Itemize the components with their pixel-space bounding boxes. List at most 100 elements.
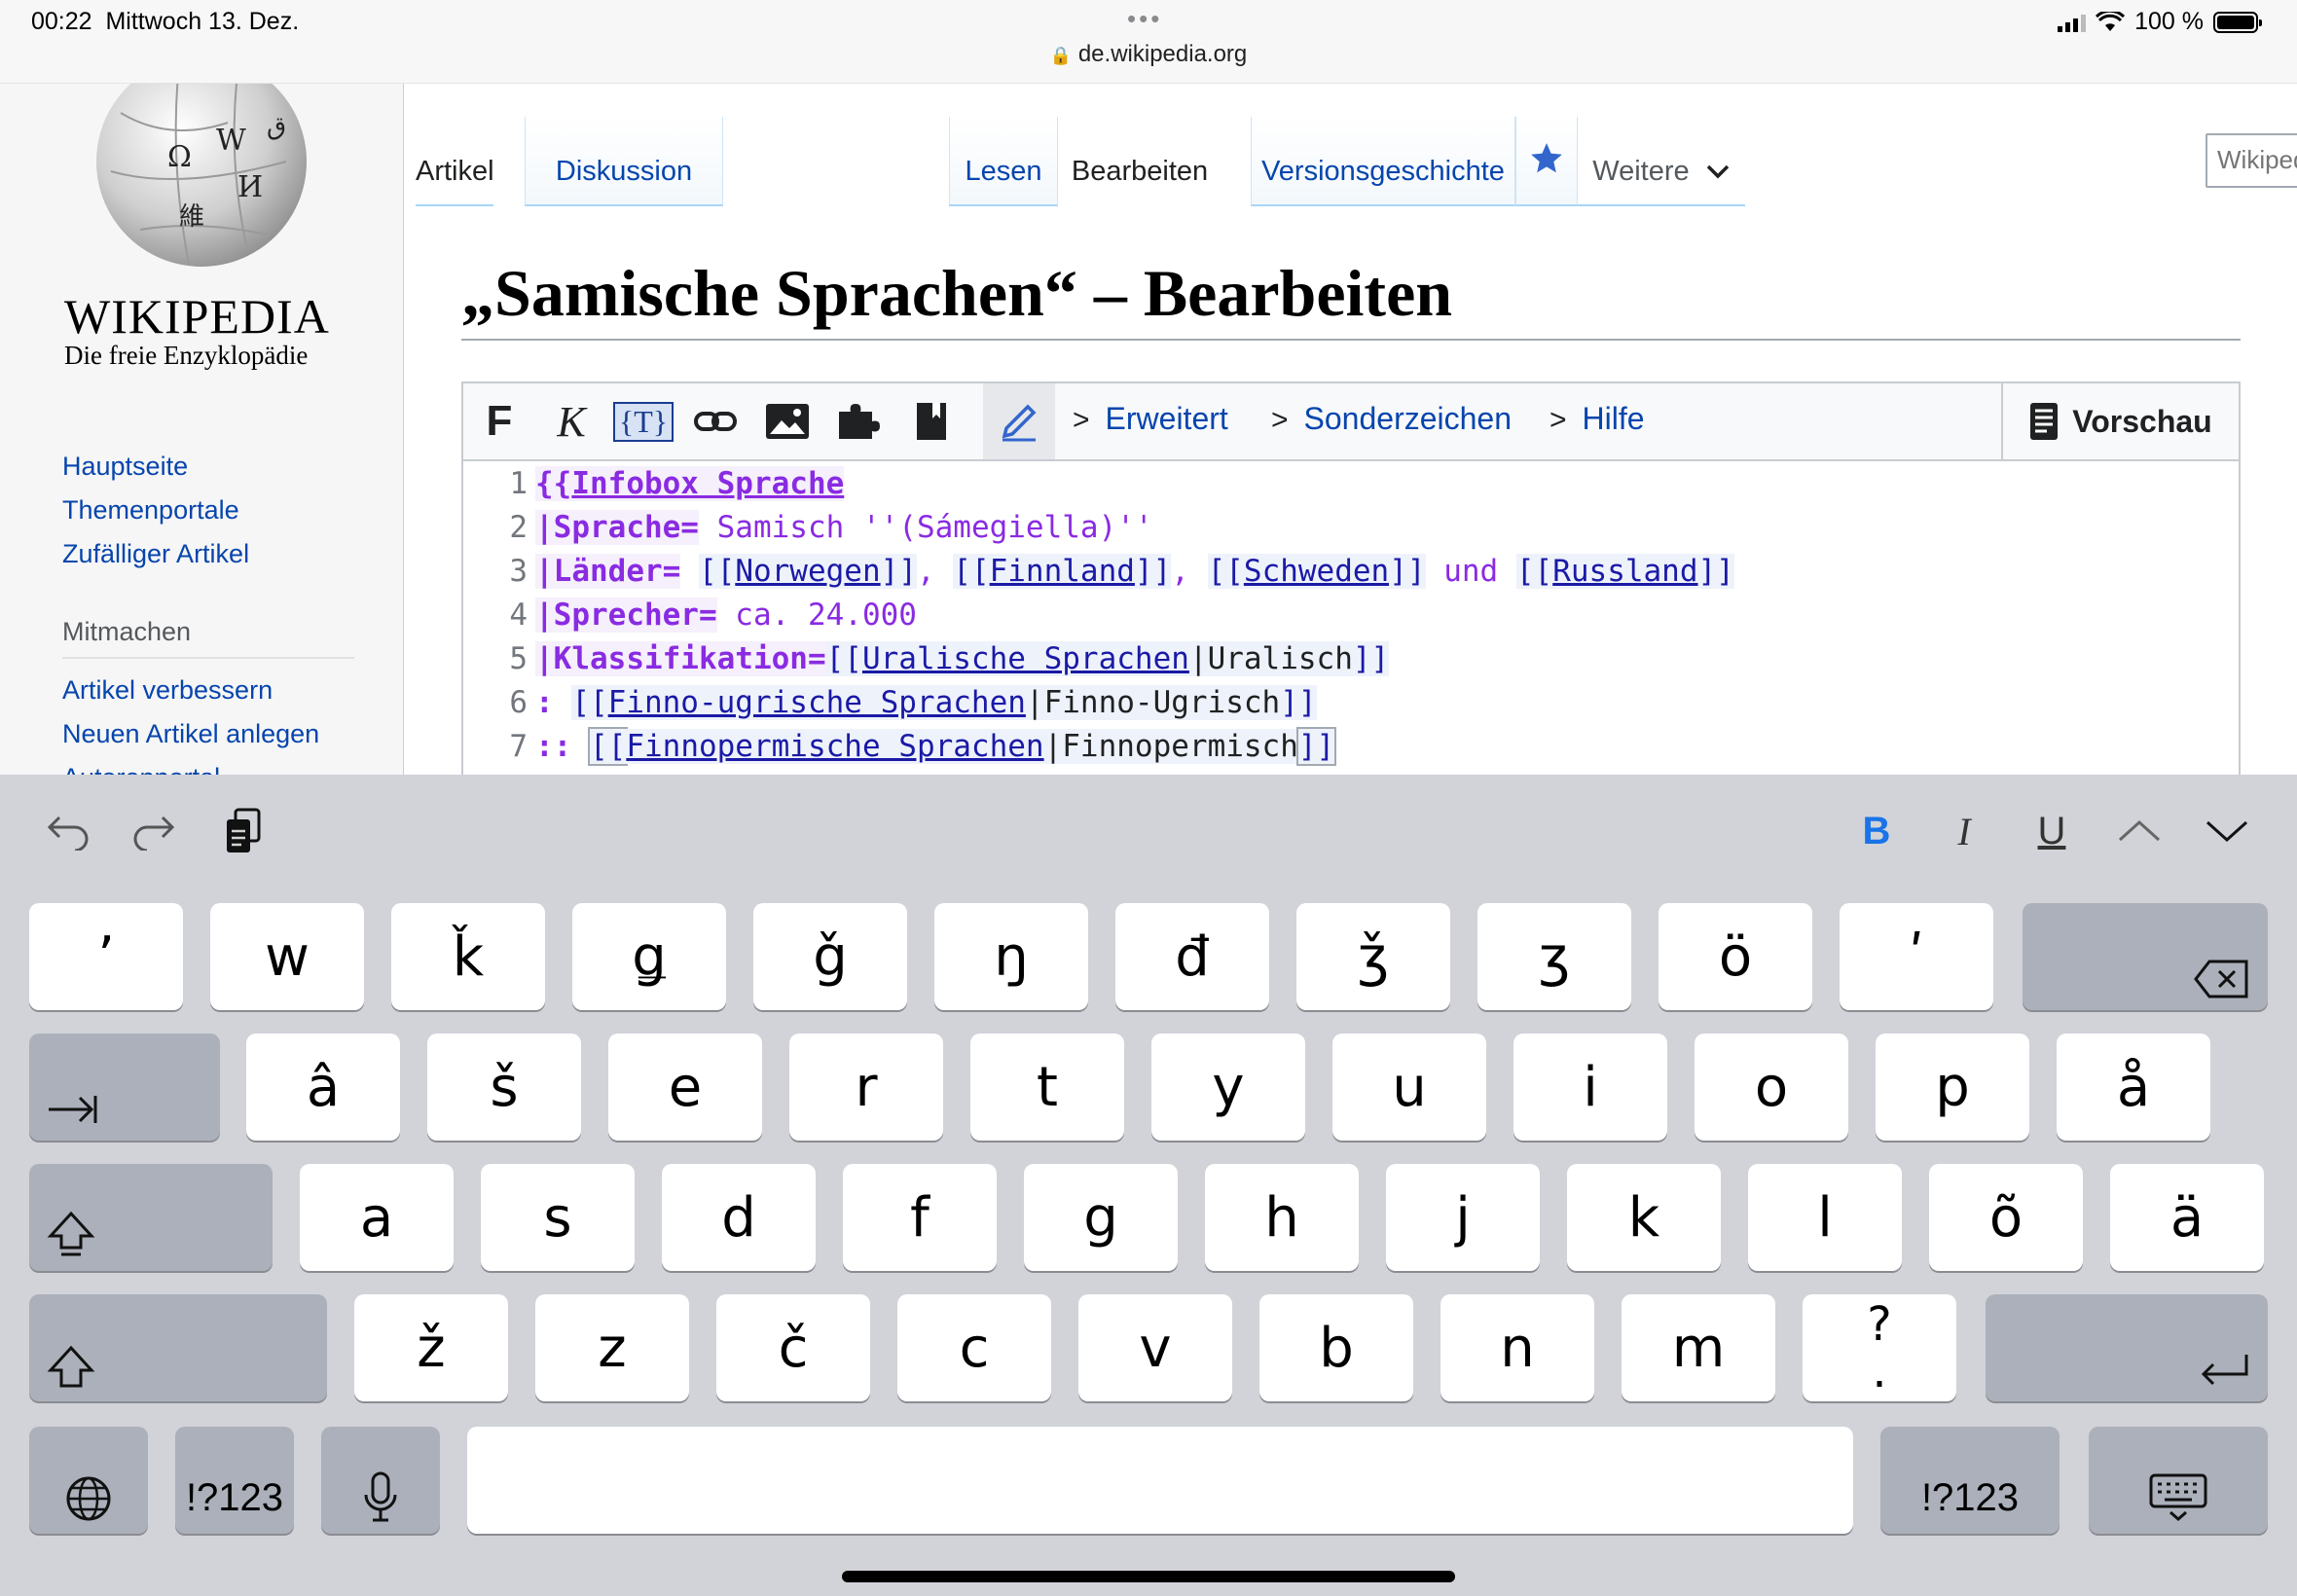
key[interactable]: ž — [354, 1294, 508, 1401]
key[interactable]: p — [1876, 1034, 2029, 1141]
key[interactable]: f — [843, 1164, 997, 1271]
redo-button[interactable] — [125, 802, 183, 860]
undo-button[interactable] — [39, 802, 97, 860]
browser-menu-dots[interactable]: ••• — [1127, 4, 1162, 34]
backspace-key[interactable] — [2023, 903, 2268, 1010]
key[interactable]: o — [1695, 1034, 1848, 1141]
numbers-key-left[interactable]: !?123 — [175, 1427, 294, 1534]
format-underline-button[interactable]: U — [2021, 802, 2083, 860]
key[interactable]: j — [1386, 1164, 1540, 1271]
key[interactable]: z — [535, 1294, 689, 1401]
key[interactable]: h — [1205, 1164, 1359, 1271]
wikipedia-globe-logo[interactable]: Ω W И 維 ق — [82, 84, 321, 269]
cellular-signal-icon — [2058, 13, 2087, 32]
undo-icon — [47, 816, 89, 851]
home-indicator[interactable] — [842, 1571, 1455, 1582]
key[interactable]: g — [1024, 1164, 1178, 1271]
nav-neuen-artikel-anlegen[interactable]: Neuen Artikel anlegen — [62, 719, 319, 749]
paste-button[interactable] — [214, 802, 273, 860]
key[interactable]: a — [300, 1164, 454, 1271]
key[interactable]: c — [897, 1294, 1051, 1401]
dictation-key[interactable] — [321, 1427, 440, 1534]
preview-button[interactable]: Vorschau — [2001, 383, 2239, 459]
tab-diskussion[interactable]: Diskussion — [525, 117, 723, 206]
key[interactable]: å — [2057, 1034, 2210, 1141]
key[interactable]: m — [1622, 1294, 1775, 1401]
address-bar[interactable]: 🔒 de.wikipedia.org — [0, 41, 2297, 68]
nav-themenportale[interactable]: Themenportale — [62, 495, 239, 526]
key[interactable]: ä — [2110, 1164, 2264, 1271]
key[interactable]: õ — [1929, 1164, 2083, 1271]
space-bar[interactable] — [467, 1427, 1853, 1534]
tab-artikel[interactable]: Artikel — [416, 117, 494, 206]
key[interactable]: ʒ — [1477, 903, 1631, 1010]
key[interactable]: ŋ — [934, 903, 1088, 1010]
code-area[interactable]: 1 {{Infobox Sprache 2 |Sprache= Samisch … — [463, 461, 2239, 768]
key[interactable]: ǯ — [1296, 903, 1450, 1010]
edit-mode-button[interactable] — [983, 383, 1055, 459]
key[interactable]: đ — [1115, 903, 1269, 1010]
toolbar-hilfe[interactable]: > Hilfe — [1550, 401, 1645, 437]
nav-artikel-verbessern[interactable]: Artikel verbessern — [62, 675, 273, 706]
nav-autorenportal[interactable]: Autorenportal — [62, 763, 220, 775]
key[interactable]: l — [1748, 1164, 1902, 1271]
italic-button[interactable]: K — [535, 383, 607, 459]
image-button[interactable] — [751, 383, 823, 459]
key[interactable]: i — [1513, 1034, 1667, 1141]
search-input[interactable] — [2217, 135, 2297, 184]
key[interactable]: k — [1567, 1164, 1721, 1271]
caps-lock-key[interactable] — [29, 1164, 273, 1271]
key[interactable]: ʼ — [29, 903, 183, 1010]
dismiss-keyboard-key[interactable] — [2089, 1427, 2268, 1534]
format-bold-button[interactable]: B — [1845, 802, 1908, 860]
key[interactable]: w — [210, 903, 364, 1010]
key[interactable]: n — [1440, 1294, 1594, 1401]
key[interactable]: e — [608, 1034, 762, 1141]
preview-label: Vorschau — [2072, 403, 2212, 439]
tab-lesen[interactable]: Lesen — [949, 117, 1058, 206]
key[interactable]: ǥ — [572, 903, 726, 1010]
return-key[interactable] — [1986, 1294, 2268, 1401]
chevron-down-icon — [1706, 164, 1729, 179]
key[interactable]: v — [1078, 1294, 1232, 1401]
key[interactable]: r — [789, 1034, 943, 1141]
key[interactable]: č — [716, 1294, 870, 1401]
separator: und — [1425, 553, 1516, 589]
nav-hauptseite[interactable]: Hauptseite — [62, 452, 188, 482]
param-value: Samisch ''(Sámegiella)'' — [698, 509, 1153, 545]
punctuation-key[interactable]: ? . — [1803, 1294, 1956, 1401]
tab-versionsgeschichte[interactable]: Versionsgeschichte — [1251, 117, 1515, 206]
key[interactable]: d — [662, 1164, 816, 1271]
key[interactable]: ö — [1659, 903, 1812, 1010]
template-insert-button[interactable] — [823, 383, 895, 459]
shift-key-left[interactable] — [29, 1294, 327, 1401]
template-button[interactable]: {T} — [607, 383, 679, 459]
key[interactable]: â — [246, 1034, 400, 1141]
nav-zufaelliger-artikel[interactable]: Zufälliger Artikel — [62, 539, 249, 569]
tab-key[interactable] — [29, 1034, 220, 1141]
link-button[interactable] — [679, 383, 751, 459]
tab-weitere[interactable]: Weitere — [1578, 117, 1745, 206]
format-italic-button[interactable]: I — [1933, 802, 1995, 860]
key[interactable]: b — [1259, 1294, 1413, 1401]
watch-star-button[interactable] — [1515, 117, 1578, 206]
key[interactable]: ǧ — [753, 903, 907, 1010]
key[interactable]: t — [970, 1034, 1124, 1141]
key[interactable]: y — [1151, 1034, 1305, 1141]
wikipedia-wordmark: WIKIPEDIA — [64, 289, 330, 344]
key[interactable]: ʹ — [1840, 903, 1993, 1010]
numbers-key-right[interactable]: !?123 — [1880, 1427, 2060, 1534]
key[interactable]: š — [427, 1034, 581, 1141]
toolbar-erweitert[interactable]: > Erweitert — [1073, 401, 1228, 437]
link-bracket: [[ — [825, 640, 862, 676]
bold-button[interactable]: F — [463, 383, 535, 459]
globe-key[interactable] — [29, 1427, 148, 1534]
key[interactable]: s — [481, 1164, 635, 1271]
previous-field-button[interactable] — [2108, 802, 2170, 860]
reference-button[interactable] — [895, 383, 967, 459]
toolbar-sonderzeichen[interactable]: > Sonderzeichen — [1271, 401, 1512, 437]
key[interactable]: ǩ — [391, 903, 545, 1010]
next-field-button[interactable] — [2196, 802, 2258, 860]
tab-bearbeiten[interactable]: Bearbeiten — [1058, 117, 1221, 206]
key[interactable]: u — [1332, 1034, 1486, 1141]
